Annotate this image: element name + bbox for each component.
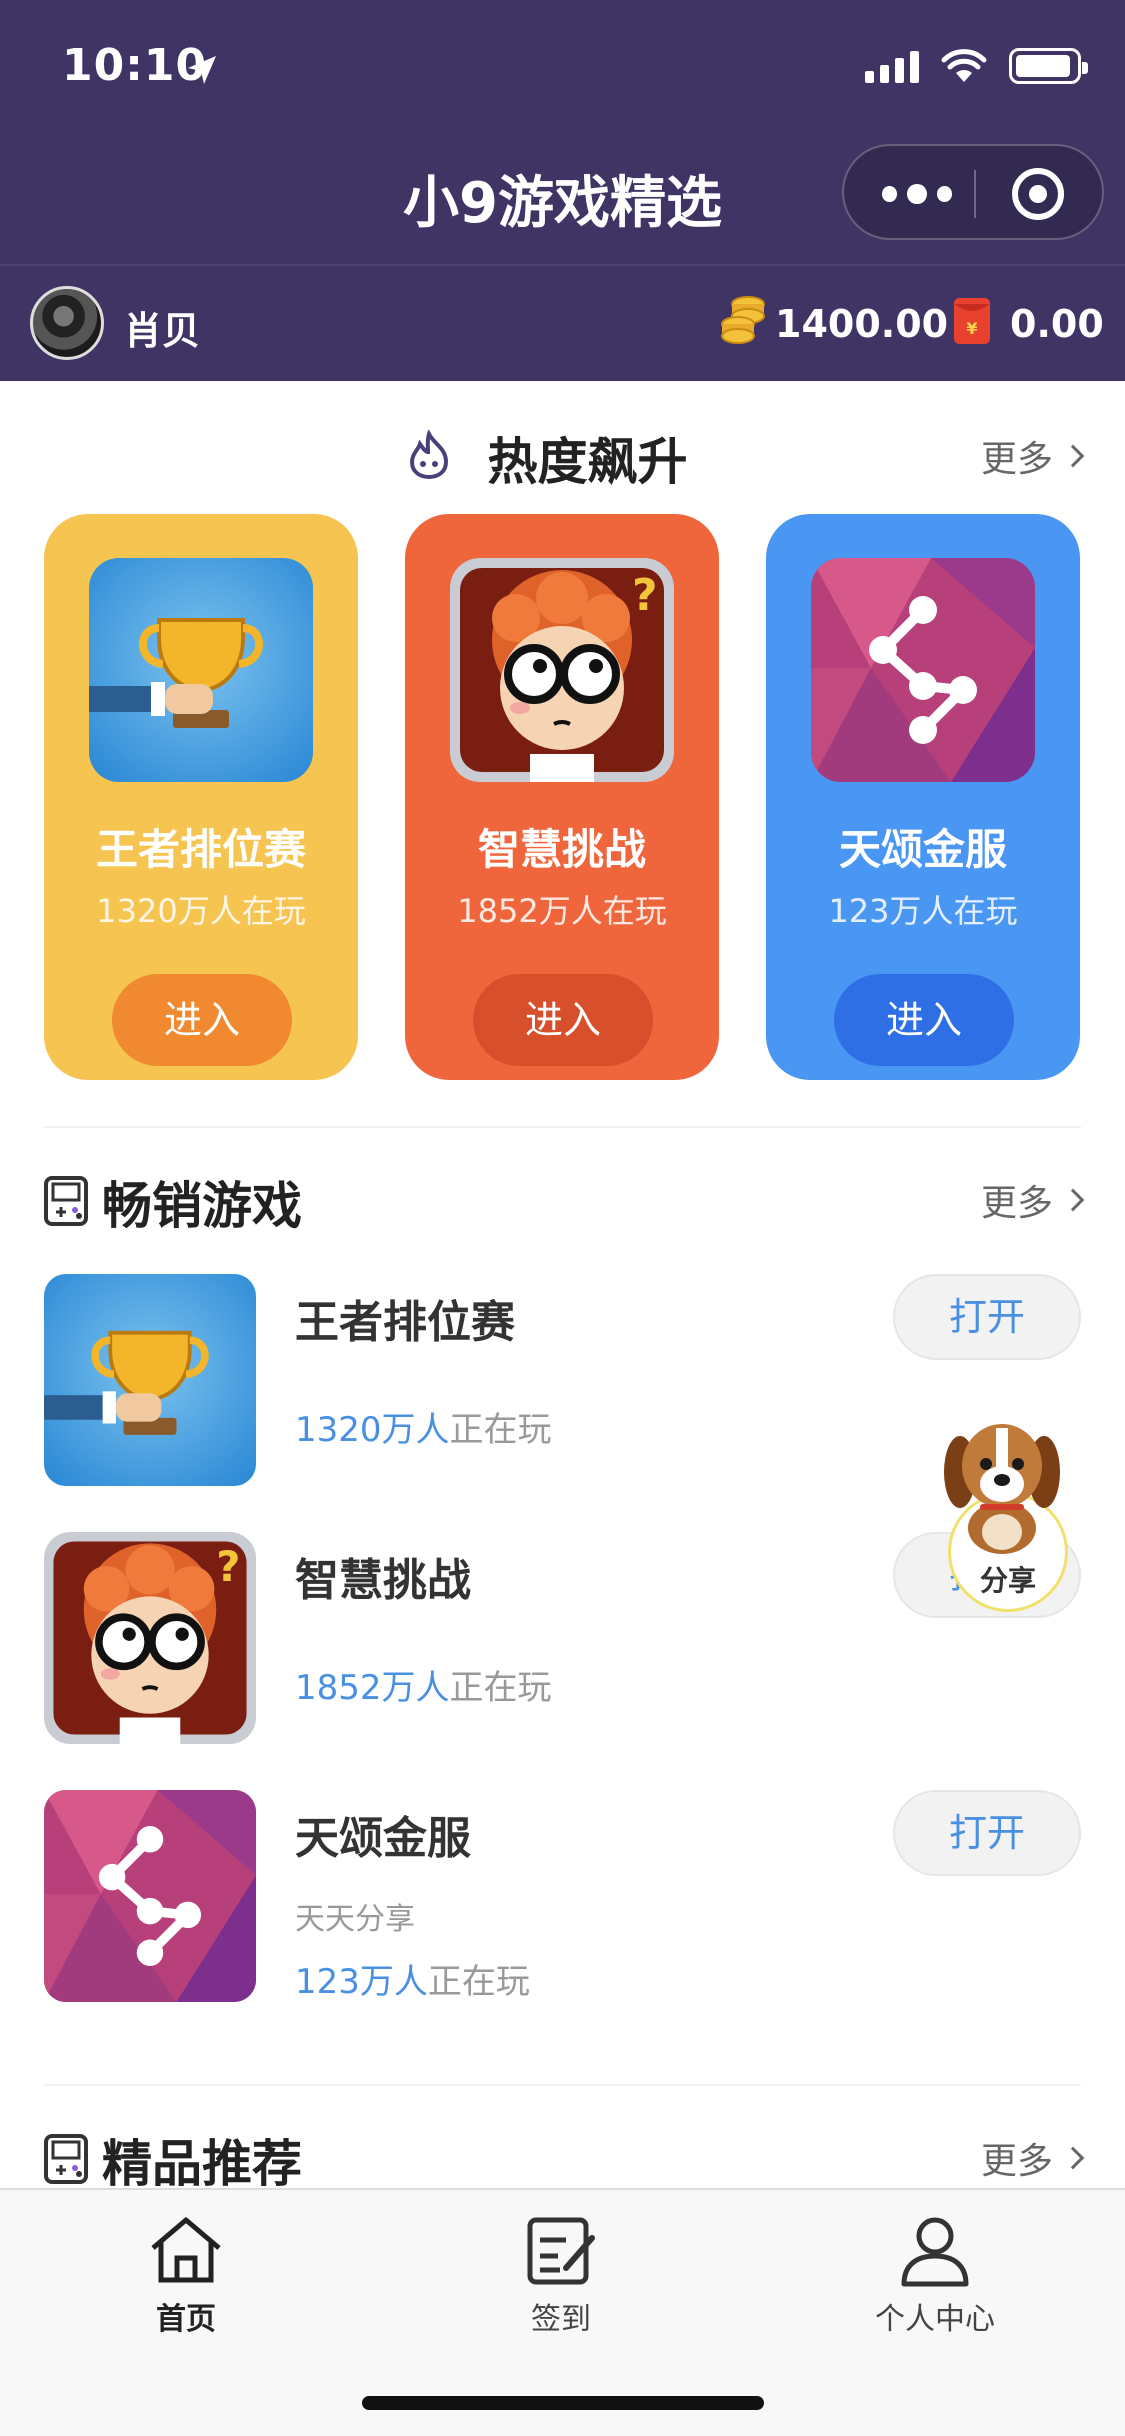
gamepad-icon — [44, 2134, 88, 2184]
trophy-icon[interactable] — [44, 1274, 256, 1486]
red-packet-icon: ¥ — [954, 298, 990, 344]
tab-home[interactable]: 首页 — [86, 2212, 286, 2342]
chevron-right-icon — [1061, 444, 1085, 468]
coin-stack-icon — [721, 296, 765, 344]
coin-balance: 1400.00 — [775, 302, 949, 346]
bestseller-more-link[interactable]: 更多 — [981, 1174, 1085, 1226]
svg-text:?: ? — [216, 1542, 240, 1591]
share-nodes-icon[interactable] — [44, 1790, 256, 2002]
status-indicators — [865, 48, 1088, 84]
game-players: 123万人正在玩 — [295, 1962, 530, 2002]
location-arrow-icon — [188, 56, 216, 84]
app-screen: 10:10 小9游戏精选 肖贝 1400.00 ¥ 0.00 热度飙升 更多 王… — [0, 0, 1125, 2436]
game-name[interactable]: 天颂金服 — [295, 1802, 471, 1866]
tab-checkin[interactable]: 签到 — [461, 2212, 661, 2342]
close-miniprogram-button[interactable] — [1012, 168, 1064, 220]
premium-section-title: 精品推荐 — [102, 2135, 302, 2193]
game-players: 1852万人正在玩 — [295, 1668, 552, 1708]
game-name[interactable]: 智慧挑战 — [295, 1544, 471, 1608]
home-indicator — [362, 2396, 764, 2410]
cartoon-boy-icon[interactable]: ? — [44, 1532, 256, 1744]
enter-button[interactable]: 进入 — [834, 974, 1014, 1066]
battery-icon — [1009, 48, 1088, 84]
user-name: 肖贝 — [124, 309, 201, 353]
game-name[interactable]: 王者排位赛 — [295, 1286, 515, 1350]
hot-card-2[interactable]: ? 智慧挑战 1852万人在玩 进入 — [405, 514, 719, 1080]
puppy-icon — [944, 1424, 1060, 1554]
hot-section-title: 热度飙升 — [487, 433, 688, 491]
game-players: 1320万人正在玩 — [295, 1410, 552, 1450]
tab-label: 个人中心 — [875, 2302, 995, 2337]
open-button[interactable]: 打开 — [893, 1274, 1081, 1360]
svg-text:?: ? — [632, 570, 658, 621]
tab-label: 签到 — [531, 2302, 591, 2337]
premium-more-link[interactable]: 更多 — [981, 2132, 1085, 2184]
home-icon — [151, 2217, 221, 2283]
person-icon — [901, 2217, 969, 2287]
cartoon-boy-icon: ? — [450, 558, 674, 782]
hot-card-1[interactable]: 王者排位赛 1320万人在玩 进入 — [44, 514, 358, 1080]
avatar[interactable] — [30, 286, 104, 360]
checkin-icon — [527, 2217, 595, 2285]
trophy-icon — [89, 558, 313, 782]
enter-button[interactable]: 进入 — [112, 974, 292, 1066]
cellular-signal-icon — [865, 49, 919, 83]
game-subtitle: 天天分享 — [295, 1902, 415, 1937]
more-menu-button[interactable] — [882, 184, 953, 204]
open-button[interactable]: 打开 — [893, 1790, 1081, 1876]
share-nodes-icon — [811, 558, 1035, 782]
gamepad-icon — [44, 1176, 88, 1226]
hot-card-name: 智慧挑战 — [477, 825, 646, 874]
share-label: 分享 — [979, 1564, 1036, 1597]
tab-profile[interactable]: 个人中心 — [835, 2212, 1035, 2342]
header: 10:10 小9游戏精选 肖贝 1400.00 ¥ 0.00 — [0, 0, 1125, 381]
hot-card-players: 1320万人在玩 — [96, 892, 306, 930]
hot-card-name: 王者排位赛 — [95, 825, 306, 874]
wifi-icon — [941, 49, 987, 82]
miniprogram-capsule — [842, 144, 1104, 240]
hot-card-players: 1852万人在玩 — [457, 892, 667, 930]
red-packet-balance: 0.00 — [1010, 302, 1104, 346]
hot-card-name: 天颂金服 — [838, 825, 1007, 874]
hot-more-link[interactable]: 更多 — [981, 430, 1085, 482]
hot-card-3[interactable]: 天颂金服 123万人在玩 进入 — [766, 514, 1080, 1080]
tab-label: 首页 — [156, 2302, 216, 2337]
hot-card-players: 123万人在玩 — [828, 892, 1018, 930]
svg-text:¥: ¥ — [966, 319, 977, 338]
chevron-right-icon — [1061, 1188, 1085, 1212]
bestseller-section-title: 畅销游戏 — [102, 1177, 302, 1235]
enter-button[interactable]: 进入 — [473, 974, 653, 1066]
chevron-right-icon — [1061, 2146, 1085, 2170]
